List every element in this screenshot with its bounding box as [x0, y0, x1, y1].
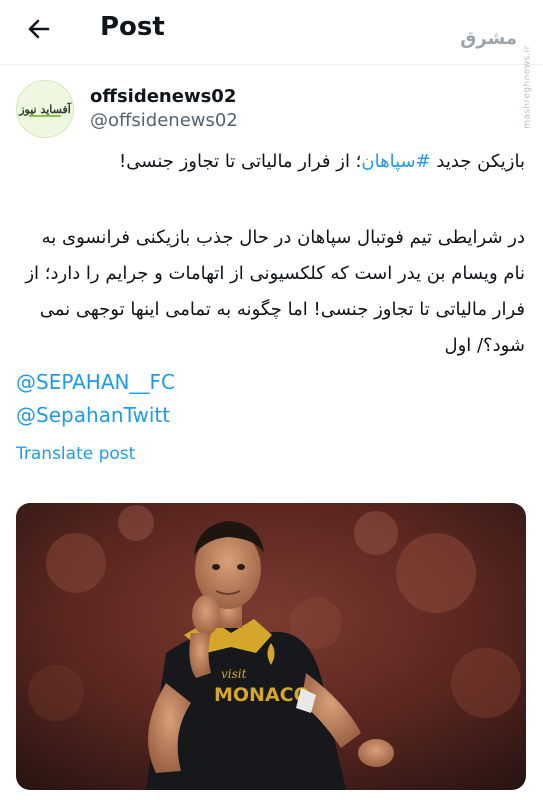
jersey-sponsor: MONACO [214, 684, 310, 706]
author-handle[interactable]: @offsidenews02 [90, 110, 238, 131]
jersey-sponsor-small: visit [221, 667, 247, 681]
tweet-body: در شرایطی تیم فوتبال سپاهان در حال جذب ب… [25, 227, 525, 356]
avatar-logo-underline [29, 115, 61, 117]
back-arrow-icon[interactable] [22, 12, 56, 46]
watermark-url: mashreghnews.ir [522, 45, 533, 129]
headline-text-end: ؛ از فرار مالیاتی تا تجاوز جنسی! [119, 151, 362, 172]
avatar[interactable]: آفساید نیوز [16, 80, 74, 138]
tweet-headline: بازیکن جدید #سپاهان؛ از فرار مالیاتی تا … [119, 144, 525, 180]
page-title: Post [100, 12, 165, 42]
headline-text-start: بازیکن جدید [430, 151, 525, 172]
watermark-logo: مشرق [460, 28, 517, 49]
hashtag-link[interactable]: #سپاهان [361, 151, 430, 172]
mention-sepahan-twitt[interactable]: @SepahanTwitt [16, 403, 170, 427]
mention-sepahan-fc[interactable]: @SEPAHAN__FC [16, 370, 175, 394]
tweet-photo[interactable]: visit MONACO [16, 503, 526, 790]
watermark: مشرق mashreghnews.ir [460, 8, 539, 129]
translate-post-link[interactable]: Translate post [16, 444, 135, 464]
author-display-name[interactable]: offsidenews02 [90, 86, 236, 107]
avatar-logo-text: آفساید نیوز [19, 102, 71, 116]
